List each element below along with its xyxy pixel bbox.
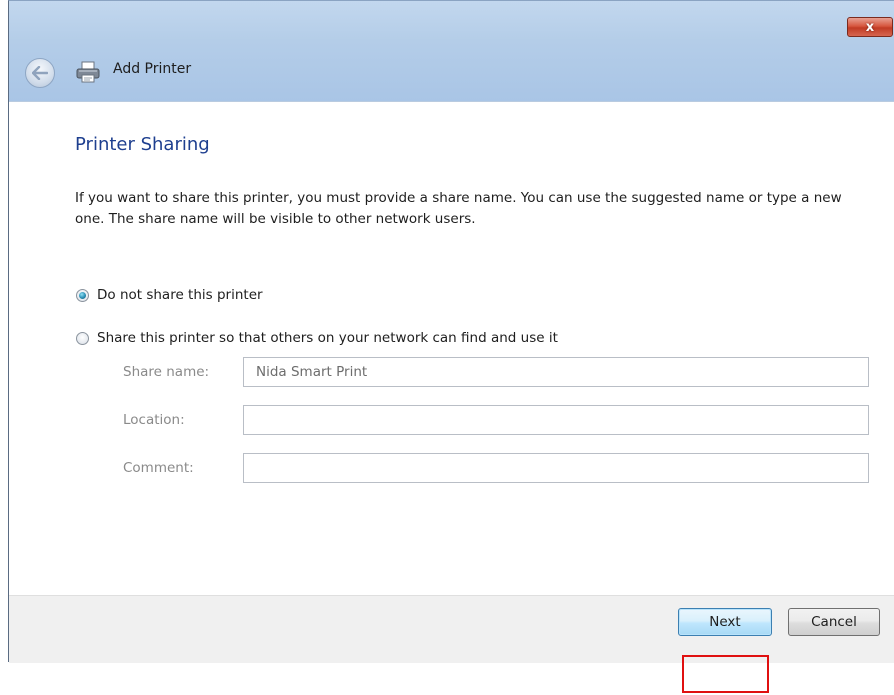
next-button[interactable]: Next [678, 608, 772, 636]
location-label: Location: [123, 412, 185, 428]
share-name-input[interactable]: Nida Smart Print [243, 357, 869, 387]
back-arrow-icon [32, 66, 48, 80]
close-icon: x [865, 19, 875, 35]
page-description: If you want to share this printer, you m… [75, 190, 842, 227]
close-button[interactable]: x [847, 17, 893, 37]
back-button[interactable] [25, 58, 55, 88]
wizard-content: Printer Sharing If you want to share thi… [9, 102, 894, 595]
highlight-annotation-box [682, 655, 769, 693]
radio-share-printer-label: Share this printer so that others on you… [97, 330, 558, 346]
printer-icon [76, 61, 100, 83]
page-heading: Printer Sharing [75, 134, 210, 155]
radio-share-printer[interactable]: Share this printer so that others on you… [76, 330, 558, 346]
location-input[interactable] [243, 405, 869, 435]
title-bar: x Add Printer [9, 1, 894, 102]
radio-selected-icon[interactable] [76, 288, 89, 302]
comment-input[interactable] [243, 453, 869, 483]
share-name-label: Share name: [123, 364, 210, 380]
radio-do-not-share[interactable]: Do not share this printer [76, 287, 263, 303]
comment-label: Comment: [123, 460, 194, 476]
add-printer-window: x Add Printer Printer Sharing If you wan… [8, 0, 894, 663]
radio-do-not-share-label: Do not share this printer [97, 287, 263, 303]
window-title: Add Printer [113, 61, 192, 77]
wizard-footer: Next Cancel [9, 595, 894, 663]
cancel-button[interactable]: Cancel [788, 608, 880, 636]
radio-unselected-icon[interactable] [76, 331, 89, 345]
